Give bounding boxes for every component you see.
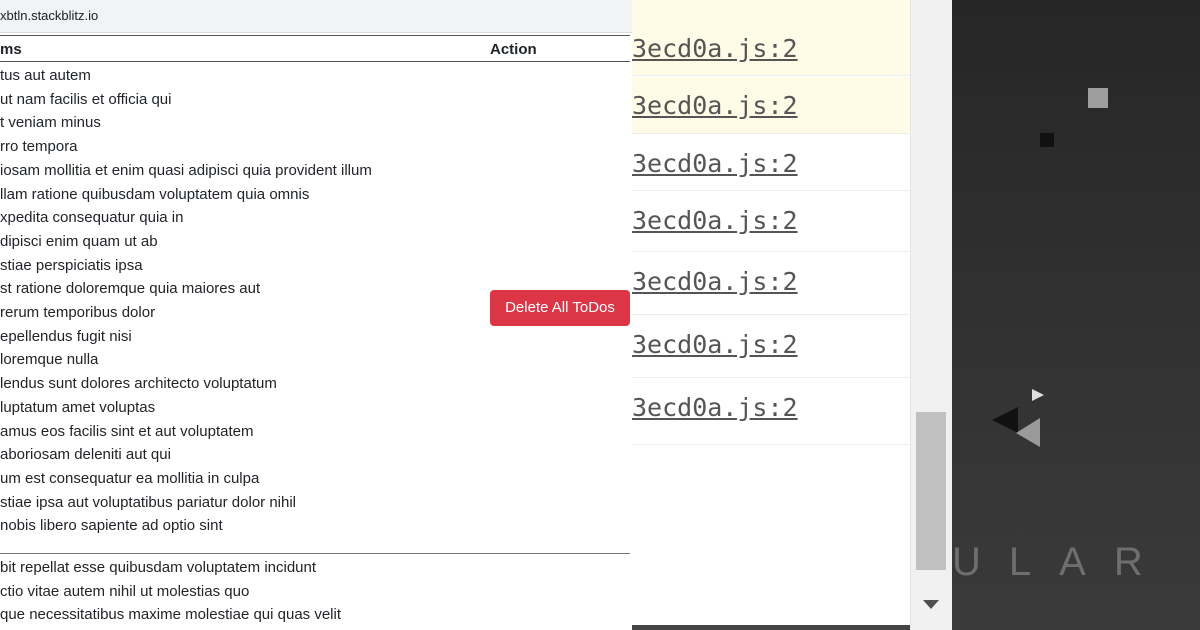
console-row-separator [632, 314, 910, 315]
todo-item: que necessitatibus maxime molestiae qui … [0, 606, 342, 624]
todo-item: tus aut autem [0, 67, 91, 84]
column-header-items: ms [0, 41, 22, 58]
console-bottom-bar [632, 625, 910, 630]
todo-item: rro tempora [0, 138, 78, 156]
todo-item: aboriosam deleniti aut qui [0, 446, 171, 464]
console-scrollbar[interactable] [910, 0, 952, 630]
todo-item: um est consequatur ea mollitia in culpa [0, 469, 260, 487]
todo-item: ctio vitae autem nihil ut molestias quo [0, 582, 250, 600]
scrollbar-thumb[interactable] [916, 412, 946, 570]
todo-item: rerum temporibus dolor [0, 304, 156, 321]
console-row-separator [632, 190, 910, 191]
console-row-separator [632, 444, 910, 445]
todo-item: stiae ipsa aut voluptatibus pariatur dol… [0, 493, 297, 511]
console-message-row: 3ecd0a.js:2 [632, 253, 910, 314]
url-text[interactable]: xbtln.stackblitz.io [0, 8, 98, 23]
todo-item: stiae perspiciatis ipsa [0, 256, 143, 274]
todo-item: st ratione doloremque quia maiores aut [0, 280, 261, 298]
todo-item: bit repellat esse quibusdam voluptatem i… [0, 559, 317, 576]
console-message-row: 3ecd0a.js:2 [632, 379, 910, 444]
console-row-separator [632, 133, 910, 134]
source-file-link[interactable]: 3ecd0a.js:2 [632, 91, 798, 120]
source-file-link[interactable]: 3ecd0a.js:2 [632, 34, 798, 63]
todo-item: llam ratione quibusdam voluptatem quia o… [0, 185, 310, 203]
address-bar[interactable]: xbtln.stackblitz.io [0, 0, 632, 33]
todo-item: nobis libero sapiente ad optio sint [0, 517, 223, 535]
console-message-row: 3ecd0a.js:2 [632, 316, 910, 377]
source-file-link[interactable]: 3ecd0a.js:2 [632, 330, 798, 359]
source-file-link[interactable]: 3ecd0a.js:2 [632, 393, 798, 422]
console-row-separator [632, 377, 910, 378]
triangle-down-icon[interactable] [921, 596, 941, 612]
group-divider [0, 553, 630, 554]
todo-item: xpedita consequatur quia in [0, 209, 184, 227]
angular-brand-panel: ULAR [952, 0, 1200, 630]
todo-item: ut nam facilis et officia qui [0, 90, 172, 108]
console-message-row: 3ecd0a.js:2 [632, 135, 910, 190]
todo-item: lendus sunt dolores architecto voluptatu… [0, 375, 277, 393]
todo-item: loremque nulla [0, 351, 99, 369]
decor-square-large [1088, 88, 1108, 108]
todo-item: iosam mollitia et enim quasi adipisci qu… [0, 161, 372, 179]
brand-wordmark: ULAR [952, 540, 1171, 584]
angular-shapes-icon [992, 389, 1044, 447]
source-file-link[interactable]: 3ecd0a.js:2 [632, 267, 798, 296]
delete-all-todos-button[interactable]: Delete All ToDos [490, 290, 630, 326]
todo-table-header: ms Action [0, 35, 630, 62]
todo-item: amus eos facilis sint et aut voluptatem [0, 422, 254, 440]
source-file-link[interactable]: 3ecd0a.js:2 [632, 149, 798, 178]
console-row-separator [632, 75, 910, 76]
todo-item: luptatum amet voluptas [0, 398, 156, 416]
source-file-link[interactable]: 3ecd0a.js:2 [632, 206, 798, 235]
console-message-row: 3ecd0a.js:2 [632, 20, 910, 75]
decor-square-small [1040, 133, 1054, 147]
todo-item: t veniam minus [0, 114, 101, 132]
console-message-row: 3ecd0a.js:2 [632, 77, 910, 133]
console-warn-row-partial [632, 0, 910, 20]
todo-app-panel: xbtln.stackblitz.io ms Action tus aut au… [0, 0, 632, 630]
devtools-console: 3ecd0a.js:2 3ecd0a.js:2 3ecd0a.js:2 3ecd0a.… [632, 0, 910, 630]
console-message-row: 3ecd0a.js:2 [632, 192, 910, 251]
todo-item: dipisci enim quam ut ab [0, 232, 158, 250]
todo-item: epellendus fugit nisi [0, 327, 132, 345]
console-row-separator [632, 251, 910, 252]
column-header-action: Action [490, 41, 537, 58]
